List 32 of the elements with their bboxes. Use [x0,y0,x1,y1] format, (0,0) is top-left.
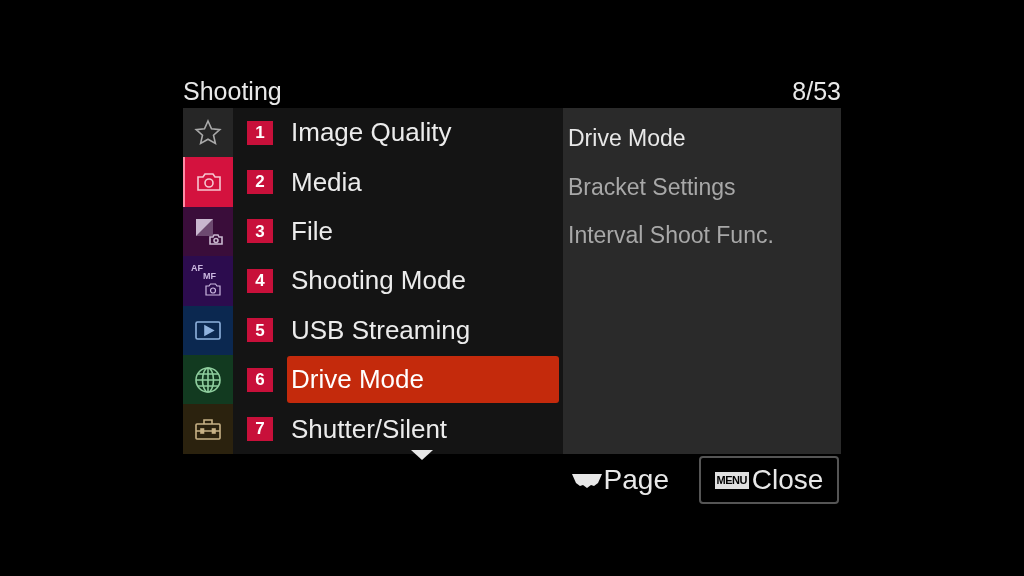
item-number: 6 [247,367,273,392]
item-number: 2 [247,170,273,195]
menu-item[interactable]: Media [287,158,559,206]
category-tab[interactable] [183,305,233,355]
category-tab[interactable]: AF MF [183,256,233,306]
camera-icon [205,282,221,296]
submenu-item[interactable]: Drive Mode [568,114,841,163]
category-tab[interactable] [183,108,233,158]
category-tab[interactable] [183,354,233,405]
af-label: AF [191,263,203,273]
exposure-camera-icon [193,216,223,247]
scroll-down-icon [411,450,433,460]
menu-item[interactable]: USB Streaming [287,306,559,354]
globe-icon [193,364,223,395]
category-tab[interactable] [183,404,233,454]
menu-item[interactable]: Image Quality [287,109,559,157]
menu-item[interactable]: Drive Mode [287,356,559,404]
dial-icon [571,472,602,488]
item-number: 7 [247,417,273,442]
menu-title: Shooting [183,79,282,104]
mf-label: MF [203,271,216,281]
menu-item[interactable]: File [287,207,559,255]
menu-item[interactable]: Shooting Mode [287,257,559,305]
menu-item[interactable]: Shutter/Silent [287,405,559,453]
item-number: 3 [247,219,273,244]
menu-key-label: MENU [714,471,749,489]
page-counter: 8/53 [792,79,841,104]
item-number: 4 [247,268,273,293]
item-number: 5 [247,318,273,343]
category-tab[interactable] [183,206,233,257]
page-hint: Page [603,463,669,497]
item-number: 1 [247,120,273,145]
